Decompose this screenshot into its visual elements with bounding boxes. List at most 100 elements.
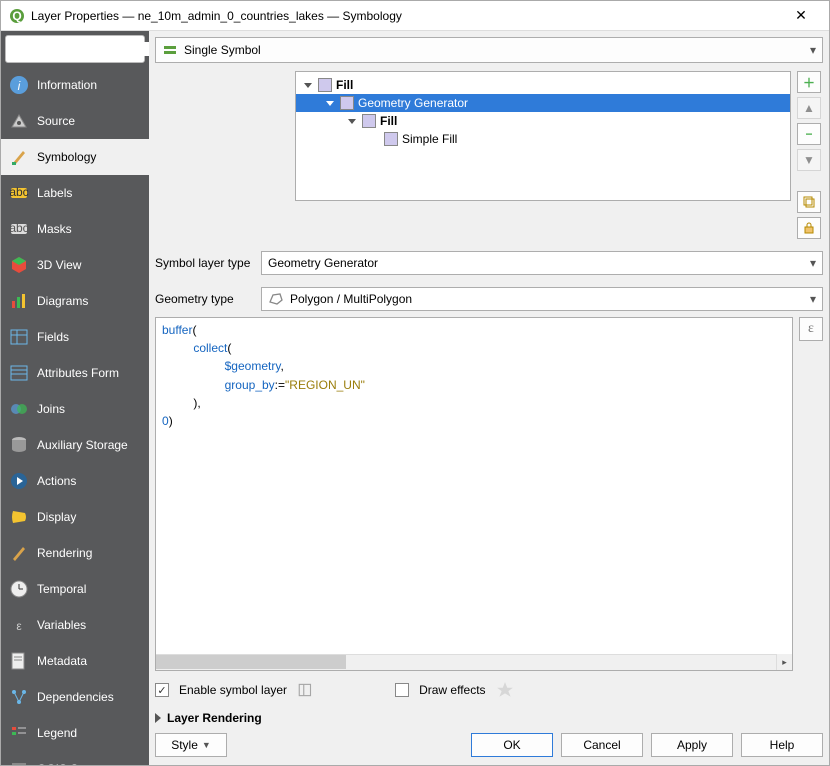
close-button[interactable]: ✕ [781, 7, 821, 24]
svg-text:abc: abc [9, 221, 28, 235]
draw-effects-label: Draw effects [419, 683, 485, 697]
sidebar-item-3d-view[interactable]: 3D View [1, 247, 149, 283]
geometry-type-combo[interactable]: Polygon / MultiPolygon ▾ [261, 287, 823, 311]
apply-button[interactable]: Apply [651, 733, 733, 757]
scroll-right-button[interactable]: ▸ [776, 654, 792, 670]
fields-icon [9, 327, 29, 347]
ok-button[interactable]: OK [471, 733, 553, 757]
chevron-down-icon: ▾ [810, 256, 816, 270]
diagrams-icon [9, 291, 29, 311]
single-symbol-icon [162, 42, 178, 58]
symbol-layer-type-label: Symbol layer type [155, 256, 253, 270]
sidebar-item-attributes-form[interactable]: Attributes Form [1, 355, 149, 391]
sidebar-item-auxiliary-storage[interactable]: Auxiliary Storage [1, 427, 149, 463]
display-icon [9, 507, 29, 527]
move-down-button[interactable]: ▼ [797, 149, 821, 171]
svg-text:Q: Q [12, 9, 21, 23]
sidebar-item-rendering[interactable]: Rendering [1, 535, 149, 571]
color-swatch [384, 132, 398, 146]
expression-builder-button[interactable]: ε [799, 317, 823, 341]
temporal-icon [9, 579, 29, 599]
color-swatch [362, 114, 376, 128]
legend-icon [9, 723, 29, 743]
metadata-icon [9, 651, 29, 671]
lock-symbol-button[interactable] [797, 217, 821, 239]
enable-symbol-layer-checkbox[interactable] [155, 683, 169, 697]
disclosure-icon [304, 83, 312, 88]
tree-node-fill[interactable]: Fill [296, 112, 790, 130]
sidebar-item-qgis-server[interactable]: QGIS Server [1, 751, 149, 765]
chevron-down-icon: ▾ [810, 292, 816, 306]
window-title: Layer Properties — ne_10m_admin_0_countr… [31, 9, 781, 23]
sidebar-item-symbology[interactable]: Symbology [1, 139, 149, 175]
sidebar-item-labels[interactable]: abcLabels [1, 175, 149, 211]
sidebar-item-fields[interactable]: Fields [1, 319, 149, 355]
sidebar-item-joins[interactable]: Joins [1, 391, 149, 427]
sidebar-item-source[interactable]: Source [1, 103, 149, 139]
horizontal-scrollbar[interactable] [156, 654, 792, 670]
expression-editor[interactable]: buffer( collect( $geometry, group_by:="R… [155, 317, 793, 671]
cancel-button[interactable]: Cancel [561, 733, 643, 757]
sidebar-item-dependencies[interactable]: Dependencies [1, 679, 149, 715]
3d-icon [9, 255, 29, 275]
duplicate-symbol-button[interactable] [797, 191, 821, 213]
polygon-icon [268, 292, 284, 306]
svg-text:ε: ε [16, 619, 22, 633]
layer-rendering-header[interactable]: Layer Rendering [155, 711, 823, 725]
expand-icon [155, 713, 161, 723]
button-bar: Style▼ OK Cancel Apply Help [155, 733, 823, 757]
color-swatch [340, 96, 354, 110]
data-defined-icon[interactable] [297, 681, 315, 699]
form-icon [9, 363, 29, 383]
symbol-tree[interactable]: FillGeometry GeneratorFillSimple Fill [295, 71, 791, 201]
sidebar-search[interactable] [5, 35, 145, 63]
color-swatch [318, 78, 332, 92]
brush-icon [9, 147, 29, 167]
remove-symbol-button[interactable]: − [797, 123, 821, 145]
move-up-button[interactable]: ▲ [797, 97, 821, 119]
help-button[interactable]: Help [741, 733, 823, 757]
add-symbol-button[interactable]: ＋ [797, 71, 821, 93]
symbol-layer-type-combo[interactable]: Geometry Generator ▾ [261, 251, 823, 275]
sidebar-item-display[interactable]: Display [1, 499, 149, 535]
sidebar-item-actions[interactable]: Actions [1, 463, 149, 499]
sidebar-item-legend[interactable]: Legend [1, 715, 149, 751]
title-bar: Q Layer Properties — ne_10m_admin_0_coun… [1, 1, 829, 31]
sidebar-item-temporal[interactable]: Temporal [1, 571, 149, 607]
server-icon [9, 759, 29, 765]
disclosure-icon [348, 119, 356, 124]
deps-icon [9, 687, 29, 707]
sidebar-item-metadata[interactable]: Metadata [1, 643, 149, 679]
sidebar-item-masks[interactable]: abcMasks [1, 211, 149, 247]
chevron-down-icon: ▾ [810, 43, 816, 57]
source-icon [9, 111, 29, 131]
style-menu-button[interactable]: Style▼ [155, 733, 227, 757]
tree-node-simple-fill[interactable]: Simple Fill [296, 130, 790, 148]
rendering-icon [9, 543, 29, 563]
sidebar-item-information[interactable]: iInformation [1, 67, 149, 103]
disclosure-icon [326, 101, 334, 106]
joins-icon [9, 399, 29, 419]
sidebar-item-variables[interactable]: εVariables [1, 607, 149, 643]
sidebar-item-diagrams[interactable]: Diagrams [1, 283, 149, 319]
draw-effects-checkbox[interactable] [395, 683, 409, 697]
effects-icon[interactable] [496, 681, 514, 699]
main-panel: Single Symbol ▾ FillGeometry GeneratorFi… [149, 31, 829, 765]
symbol-type-label: Single Symbol [184, 43, 261, 57]
masks-icon: abc [9, 219, 29, 239]
actions-icon [9, 471, 29, 491]
svg-text:abc: abc [9, 185, 28, 199]
tree-side-buttons: ＋ ▲ − ▼ [797, 71, 823, 239]
app-icon: Q [9, 8, 25, 24]
enable-symbol-layer-label: Enable symbol layer [179, 683, 287, 697]
symbol-type-combo[interactable]: Single Symbol ▾ [155, 37, 823, 63]
tree-node-fill[interactable]: Fill [296, 76, 790, 94]
sidebar: iInformationSourceSymbologyabcLabelsabcM… [1, 31, 149, 765]
search-input[interactable] [12, 42, 167, 56]
info-icon: i [9, 75, 29, 95]
sidebar-nav: iInformationSourceSymbologyabcLabelsabcM… [1, 67, 149, 765]
labels-icon: abc [9, 183, 29, 203]
tree-node-geometry-generator[interactable]: Geometry Generator [296, 94, 790, 112]
svg-text:i: i [18, 79, 21, 93]
geometry-type-label: Geometry type [155, 292, 253, 306]
